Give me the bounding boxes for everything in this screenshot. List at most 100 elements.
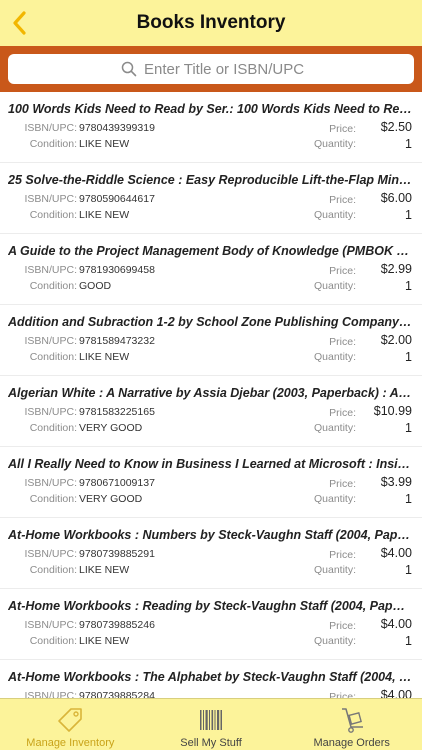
quantity-label: Quantity: <box>313 138 356 150</box>
tab-manage-inventory[interactable]: Manage Inventory <box>0 699 141 750</box>
isbn-label: ISBN/UPC: <box>24 690 77 698</box>
isbn-value: 9780671009137 <box>79 477 155 489</box>
quantity-value: 1 <box>405 634 412 648</box>
price-label: Price: <box>329 336 356 348</box>
quantity-label: Quantity: <box>313 635 356 647</box>
list-item[interactable]: A Guide to the Project Management Body o… <box>0 234 422 305</box>
quantity-value: 1 <box>405 492 412 506</box>
search-icon <box>121 61 137 77</box>
isbn-label: ISBN/UPC: <box>24 477 77 489</box>
condition-value: VERY GOOD <box>79 493 143 505</box>
quantity-value: 1 <box>405 208 412 222</box>
list-item[interactable]: Addition and Subraction 1-2 by School Zo… <box>0 305 422 376</box>
price-value: $4.00 <box>380 688 412 698</box>
isbn-value: 9781583225165 <box>79 406 155 418</box>
list-item[interactable]: 100 Words Kids Need to Read by Ser.: 100… <box>0 92 422 163</box>
item-title: All I Really Need to Know in Business I … <box>8 457 412 471</box>
quantity-value: 1 <box>405 421 412 435</box>
price-value: $2.50 <box>380 120 412 134</box>
quantity-value: 1 <box>405 279 412 293</box>
barcode-icon <box>200 710 222 730</box>
list-item[interactable]: Algerian White : A Narrative by Assia Dj… <box>0 376 422 447</box>
list-item[interactable]: At-Home Workbooks : Numbers by Steck-Vau… <box>0 518 422 589</box>
isbn-label: ISBN/UPC: <box>24 122 77 134</box>
isbn-value: 9780739885291 <box>79 548 155 560</box>
condition-value: LIKE NEW <box>79 564 130 576</box>
item-title: Algerian White : A Narrative by Assia Dj… <box>8 386 412 400</box>
inventory-list[interactable]: 100 Words Kids Need to Read by Ser.: 100… <box>0 92 422 698</box>
item-title: A Guide to the Project Management Body o… <box>8 244 412 258</box>
condition-label: Condition: <box>29 209 77 221</box>
condition-label: Condition: <box>29 635 77 647</box>
isbn-label: ISBN/UPC: <box>24 335 77 347</box>
item-title: At-Home Workbooks : Reading by Steck-Vau… <box>8 599 412 613</box>
price-value: $4.00 <box>380 546 412 560</box>
condition-value: LIKE NEW <box>79 209 130 221</box>
list-item[interactable]: At-Home Workbooks : Reading by Steck-Vau… <box>0 589 422 660</box>
isbn-value: 9781589473232 <box>79 335 155 347</box>
isbn-label: ISBN/UPC: <box>24 406 77 418</box>
price-label: Price: <box>329 407 356 419</box>
list-item[interactable]: At-Home Workbooks : The Alphabet by Stec… <box>0 660 422 698</box>
condition-value: VERY GOOD <box>79 422 143 434</box>
isbn-label: ISBN/UPC: <box>24 619 77 631</box>
item-title: At-Home Workbooks : Numbers by Steck-Vau… <box>8 528 412 542</box>
condition-value: LIKE NEW <box>79 635 130 647</box>
search-field[interactable] <box>8 54 414 84</box>
item-title: 25 Solve-the-Riddle Science : Easy Repro… <box>8 173 412 187</box>
price-value: $2.00 <box>380 333 412 347</box>
condition-label: Condition: <box>29 351 77 363</box>
condition-label: Condition: <box>29 493 77 505</box>
isbn-value: 9780439399319 <box>79 122 155 134</box>
price-value: $2.99 <box>380 262 412 276</box>
price-value: $10.99 <box>373 404 412 418</box>
isbn-label: ISBN/UPC: <box>24 548 77 560</box>
condition-label: Condition: <box>29 564 77 576</box>
price-label: Price: <box>329 265 356 277</box>
search-input[interactable] <box>144 57 404 81</box>
condition-value: GOOD <box>79 280 112 292</box>
price-label: Price: <box>329 194 356 206</box>
isbn-value: 9780590644617 <box>79 193 155 205</box>
quantity-label: Quantity: <box>313 422 356 434</box>
isbn-value: 9780739885246 <box>79 619 155 631</box>
price-label: Price: <box>329 549 356 561</box>
quantity-label: Quantity: <box>313 493 356 505</box>
quantity-value: 1 <box>405 137 412 151</box>
price-label: Price: <box>329 123 356 135</box>
isbn-value: 9780739885284 <box>79 690 155 698</box>
tab-sell-my-stuff[interactable]: Sell My Stuff <box>141 699 282 750</box>
price-label: Price: <box>329 478 356 490</box>
price-value: $6.00 <box>380 191 412 205</box>
isbn-value: 9781930699458 <box>79 264 155 276</box>
search-bar <box>0 46 422 92</box>
price-tag-icon <box>58 708 83 732</box>
price-label: Price: <box>329 691 356 698</box>
quantity-label: Quantity: <box>313 209 356 221</box>
tab-label: Manage Orders <box>313 737 390 749</box>
item-title: 100 Words Kids Need to Read by Ser.: 100… <box>8 102 412 116</box>
isbn-label: ISBN/UPC: <box>24 193 77 205</box>
tab-label: Sell My Stuff <box>180 737 242 749</box>
price-value: $4.00 <box>380 617 412 631</box>
list-item[interactable]: All I Really Need to Know in Business I … <box>0 447 422 518</box>
quantity-label: Quantity: <box>313 280 356 292</box>
price-value: $3.99 <box>380 475 412 489</box>
item-title: Addition and Subraction 1-2 by School Zo… <box>8 315 412 329</box>
item-title: At-Home Workbooks : The Alphabet by Stec… <box>8 670 412 684</box>
tab-label: Manage Inventory <box>26 737 115 749</box>
quantity-value: 1 <box>405 350 412 364</box>
condition-value: LIKE NEW <box>79 351 130 363</box>
hand-truck-icon <box>341 708 363 733</box>
condition-label: Condition: <box>29 422 77 434</box>
tab-manage-orders[interactable]: Manage Orders <box>281 699 422 750</box>
condition-label: Condition: <box>29 280 77 292</box>
isbn-label: ISBN/UPC: <box>24 264 77 276</box>
list-item[interactable]: 25 Solve-the-Riddle Science : Easy Repro… <box>0 163 422 234</box>
tab-bar: Manage Inventory Sell My Stuff Manage Or… <box>0 698 422 750</box>
page-title: Books Inventory <box>136 12 286 33</box>
condition-value: LIKE NEW <box>79 138 130 150</box>
condition-label: Condition: <box>29 138 77 150</box>
quantity-value: 1 <box>405 563 412 577</box>
quantity-label: Quantity: <box>313 564 356 576</box>
